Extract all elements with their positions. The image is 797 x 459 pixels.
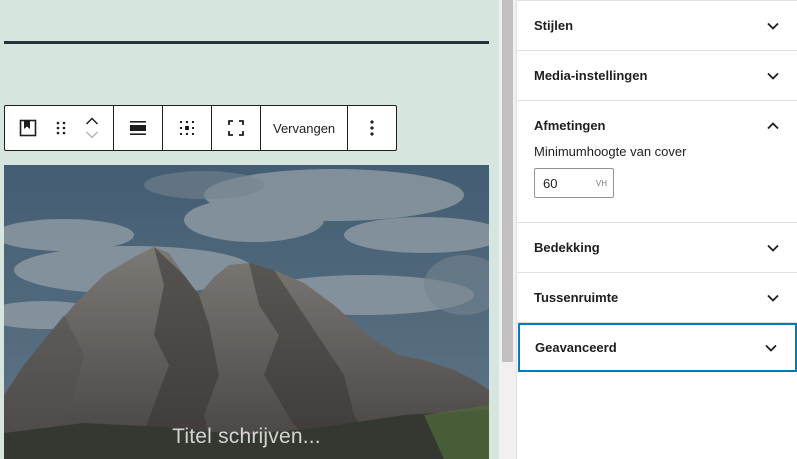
panel-title: Afmetingen <box>534 118 606 133</box>
chevron-down-icon <box>767 22 779 30</box>
panel-styles: Stijlen <box>517 0 797 51</box>
panel-title: Media-instellingen <box>534 68 648 83</box>
panel-overlay: Bedekking <box>517 223 797 273</box>
chevron-up-icon <box>767 121 779 129</box>
toolbar-group-align <box>114 106 163 150</box>
toolbar-group-position <box>163 106 212 150</box>
min-height-label: Minimumhoogte van cover <box>534 144 687 159</box>
toolbar-group-replace: Vervangen <box>261 106 349 150</box>
min-height-input[interactable]: 60 VH <box>534 168 614 198</box>
panel-toggle-overlay[interactable]: Bedekking <box>517 223 797 272</box>
panel-toggle-media-settings[interactable]: Media-instellingen <box>517 51 797 100</box>
move-down-icon[interactable] <box>85 131 99 139</box>
cover-title-placeholder[interactable]: Titel schrijven... <box>4 425 489 449</box>
chevron-down-icon <box>765 344 777 352</box>
panel-toggle-advanced[interactable]: Geavanceerd <box>520 325 795 370</box>
cover-block[interactable]: Titel schrijven... <box>4 165 489 459</box>
scrollbar-thumb[interactable] <box>502 0 513 362</box>
canvas-scrollbar[interactable] <box>499 0 516 459</box>
align-wide-icon[interactable] <box>114 106 162 150</box>
move-controls <box>71 106 113 150</box>
panel-title: Bedekking <box>534 240 600 255</box>
content-position-icon[interactable] <box>163 106 211 150</box>
panel-dimensions: Afmetingen Minimumhoogte van cover 60 VH <box>517 101 797 223</box>
panel-toggle-styles[interactable]: Stijlen <box>517 1 797 50</box>
separator-block[interactable] <box>4 41 489 44</box>
toolbar-group-options <box>348 106 396 150</box>
panel-media-settings: Media-instellingen <box>517 51 797 101</box>
toolbar-group-fullheight <box>212 106 261 150</box>
panel-toggle-spacing[interactable]: Tussenruimte <box>517 273 797 322</box>
replace-button[interactable]: Vervangen <box>261 106 347 150</box>
block-toolbar: Vervangen <box>4 105 398 151</box>
cover-block-icon[interactable] <box>5 106 51 150</box>
more-options-icon[interactable] <box>348 106 396 150</box>
editor-canvas: Vervangen Titel schrijven... <box>0 0 499 459</box>
chevron-down-icon <box>767 72 779 80</box>
settings-sidebar: Stijlen Media-instellingen Afmetingen Mi… <box>516 0 797 459</box>
min-height-unit-select[interactable]: VH <box>596 179 607 188</box>
cover-image <box>4 165 489 459</box>
drag-handle-icon[interactable] <box>51 106 71 150</box>
panel-advanced: Geavanceerd <box>518 323 797 372</box>
panel-title: Tussenruimte <box>534 290 619 305</box>
panel-title: Geavanceerd <box>535 340 617 355</box>
full-height-icon[interactable] <box>212 106 260 150</box>
move-up-icon[interactable] <box>85 117 99 125</box>
panel-title: Stijlen <box>534 18 574 33</box>
panel-spacing: Tussenruimte <box>517 273 797 323</box>
chevron-down-icon <box>767 244 779 252</box>
toolbar-group-block <box>5 106 114 150</box>
chevron-down-icon <box>767 294 779 302</box>
panel-toggle-dimensions[interactable]: Afmetingen <box>517 101 797 150</box>
dimensions-body: Minimumhoogte van cover 60 VH <box>517 144 797 222</box>
min-height-value[interactable]: 60 <box>543 176 557 191</box>
